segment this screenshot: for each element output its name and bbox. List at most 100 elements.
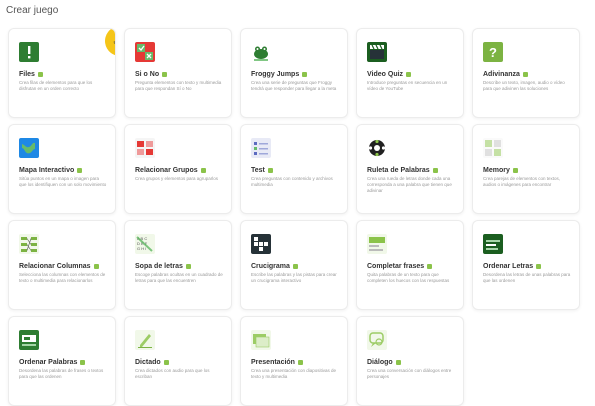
game-name-text: Si o No: [135, 71, 160, 78]
game-name: Adivinanza: [483, 71, 528, 78]
game-description: Crea una serie de preguntas que Froggy t…: [251, 80, 337, 91]
game-card-ruleta-de-palabras[interactable]: Ruleta de Palabras Crea una rueda de letr…: [356, 124, 464, 214]
clapperboard-icon: [367, 42, 387, 62]
game-name-text: Ordenar Letras: [483, 263, 534, 270]
game-card-files[interactable]: Files Crea filas de elementos para que lo…: [8, 28, 116, 118]
game-description: Crea una presentación con diapositivas d…: [251, 368, 337, 379]
game-name: Relacionar Grupos: [135, 167, 206, 174]
cards-icon: [483, 138, 503, 158]
game-grid: Files Crea filas de elementos para que lo…: [8, 28, 580, 406]
status-dot-icon: [292, 263, 298, 269]
status-dot-icon: [522, 71, 528, 77]
game-name: Froggy Jumps: [251, 71, 308, 78]
game-name-text: Sopa de letras: [135, 263, 183, 270]
game-description: Desordena las letras de unas palabras pa…: [483, 272, 571, 283]
game-card-si-o-no[interactable]: Si o No Pregunta elementos con texto y mu…: [124, 28, 232, 118]
question-icon: ?: [483, 42, 503, 62]
game-card-crucigrama[interactable]: Crucigrama Escribe las palabras y las pis…: [240, 220, 348, 310]
status-dot-icon: [297, 359, 303, 365]
status-dot-icon: [37, 71, 43, 77]
status-dot-icon: [427, 263, 433, 269]
game-card-dictado[interactable]: Dictado Crea dictados con audio para que …: [124, 316, 232, 406]
status-dot-icon: [406, 71, 412, 77]
groups-icon: [135, 138, 155, 158]
create-game-page: Crear juego Files Crea filas de elementos…: [0, 0, 595, 406]
check-cross-icon: [135, 42, 155, 62]
game-name: Ruleta de Palabras: [367, 167, 438, 174]
frog-icon: [251, 42, 271, 62]
columns-icon: [19, 234, 39, 254]
letters-grid-icon: A B CD E FG H I: [135, 234, 155, 254]
game-name-text: Completar frases: [367, 263, 425, 270]
game-card-completar-frases[interactable]: Completar frases Quita palabras de un tex…: [356, 220, 464, 310]
game-name: Mapa Interactivo: [19, 167, 83, 174]
game-card-mapa-interactivo[interactable]: Mapa Interactivo Sitúa puntos en un mapa …: [8, 124, 116, 214]
crossword-icon: [251, 234, 271, 254]
status-dot-icon: [302, 71, 308, 77]
exclamation-icon: [19, 42, 39, 62]
game-name: Relacionar Columnas: [19, 263, 99, 270]
game-description: Escribe las palabras y las pistas para c…: [251, 272, 337, 283]
game-name: Video Quiz: [367, 71, 412, 78]
status-dot-icon: [200, 167, 206, 173]
game-description: Crea parejas de elementos con textos, au…: [483, 176, 561, 187]
game-description: Selecciona las columnas con elementos de…: [19, 272, 106, 283]
game-description: Desordena las palabras de frases o texto…: [19, 368, 104, 379]
game-card-ordenar-letras[interactable]: Ordenar Letras Desordena las letras de un…: [472, 220, 580, 310]
game-name-text: Adivinanza: [483, 71, 520, 78]
status-dot-icon: [77, 167, 83, 173]
svg-text:G H I: G H I: [137, 246, 146, 251]
game-name: Presentación: [251, 359, 303, 366]
game-name: Diálogo: [367, 359, 401, 366]
game-card-sopa-de-letras[interactable]: A B CD E FG H I Sopa de letras Escoge pala…: [124, 220, 232, 310]
status-dot-icon: [93, 263, 99, 269]
pen-icon: [135, 330, 155, 350]
game-name: Files: [19, 71, 43, 78]
game-name-text: Files: [19, 71, 35, 78]
game-card-froggy-jumps[interactable]: Froggy Jumps Crea una serie de preguntas …: [240, 28, 348, 118]
game-description: Crea preguntas con contenido y archivos …: [251, 176, 333, 187]
game-card-ordenar-palabras[interactable]: Ordenar Palabras Desordena las palabras d…: [8, 316, 116, 406]
game-name: Test: [251, 167, 273, 174]
game-description: Crea una conversación con diálogos entre…: [367, 368, 452, 379]
game-name-text: Froggy Jumps: [251, 71, 300, 78]
game-description: Sitúa puntos en un mapa o imagen para qu…: [19, 176, 107, 187]
game-name-text: Ruleta de Palabras: [367, 167, 430, 174]
game-name-text: Memory: [483, 167, 510, 174]
game-card-dialogo[interactable]: Diálogo Crea una conversación con diálogo…: [356, 316, 464, 406]
new-badge: nuevo: [103, 29, 115, 58]
game-name-text: Video Quiz: [367, 71, 404, 78]
game-name: Si o No: [135, 71, 168, 78]
checklist-icon: [251, 138, 271, 158]
game-card-adivinanza[interactable]: ? Adivinanza Describe un texto, imagen, au…: [472, 28, 580, 118]
game-name-text: Dictado: [135, 359, 161, 366]
game-description: Crea grupos y elementos para agruparlos: [135, 176, 219, 181]
status-dot-icon: [432, 167, 438, 173]
status-dot-icon: [267, 167, 273, 173]
game-card-memory[interactable]: Memory Crea parejas de elementos con text…: [472, 124, 580, 214]
game-card-presentacion[interactable]: Presentación Crea una presentación con di…: [240, 316, 348, 406]
game-name: Sopa de letras: [135, 263, 191, 270]
game-name: Ordenar Palabras: [19, 359, 86, 366]
game-name-text: Relacionar Columnas: [19, 263, 91, 270]
globe-icon: [19, 138, 39, 158]
speech-bubble-icon: [367, 330, 387, 350]
status-dot-icon: [162, 71, 168, 77]
game-name-text: Crucigrama: [251, 263, 290, 270]
game-name: Ordenar Letras: [483, 263, 542, 270]
game-card-test[interactable]: Test Crea preguntas con contenido y archi…: [240, 124, 348, 214]
game-description: Escoge palabras ocultas en un cuadrado d…: [135, 272, 223, 283]
game-card-relacionar-columnas[interactable]: Relacionar Columnas Selecciona las column…: [8, 220, 116, 310]
game-description: Pregunta elementos con texto y multimedi…: [135, 80, 222, 91]
game-description: Describe un texto, imagen, audio o vídeo…: [483, 80, 565, 91]
fill-blank-icon: [367, 234, 387, 254]
words-icon: [19, 330, 39, 350]
game-name-text: Mapa Interactivo: [19, 167, 75, 174]
status-dot-icon: [185, 263, 191, 269]
game-card-relacionar-grupos[interactable]: Relacionar Grupos Crea grupos y elementos…: [124, 124, 232, 214]
game-name-text: Relacionar Grupos: [135, 167, 198, 174]
game-name: Crucigrama: [251, 263, 298, 270]
game-name-text: Test: [251, 167, 265, 174]
game-card-video-quiz[interactable]: Video Quiz Introduce preguntas en secuenc…: [356, 28, 464, 118]
status-dot-icon: [536, 263, 542, 269]
